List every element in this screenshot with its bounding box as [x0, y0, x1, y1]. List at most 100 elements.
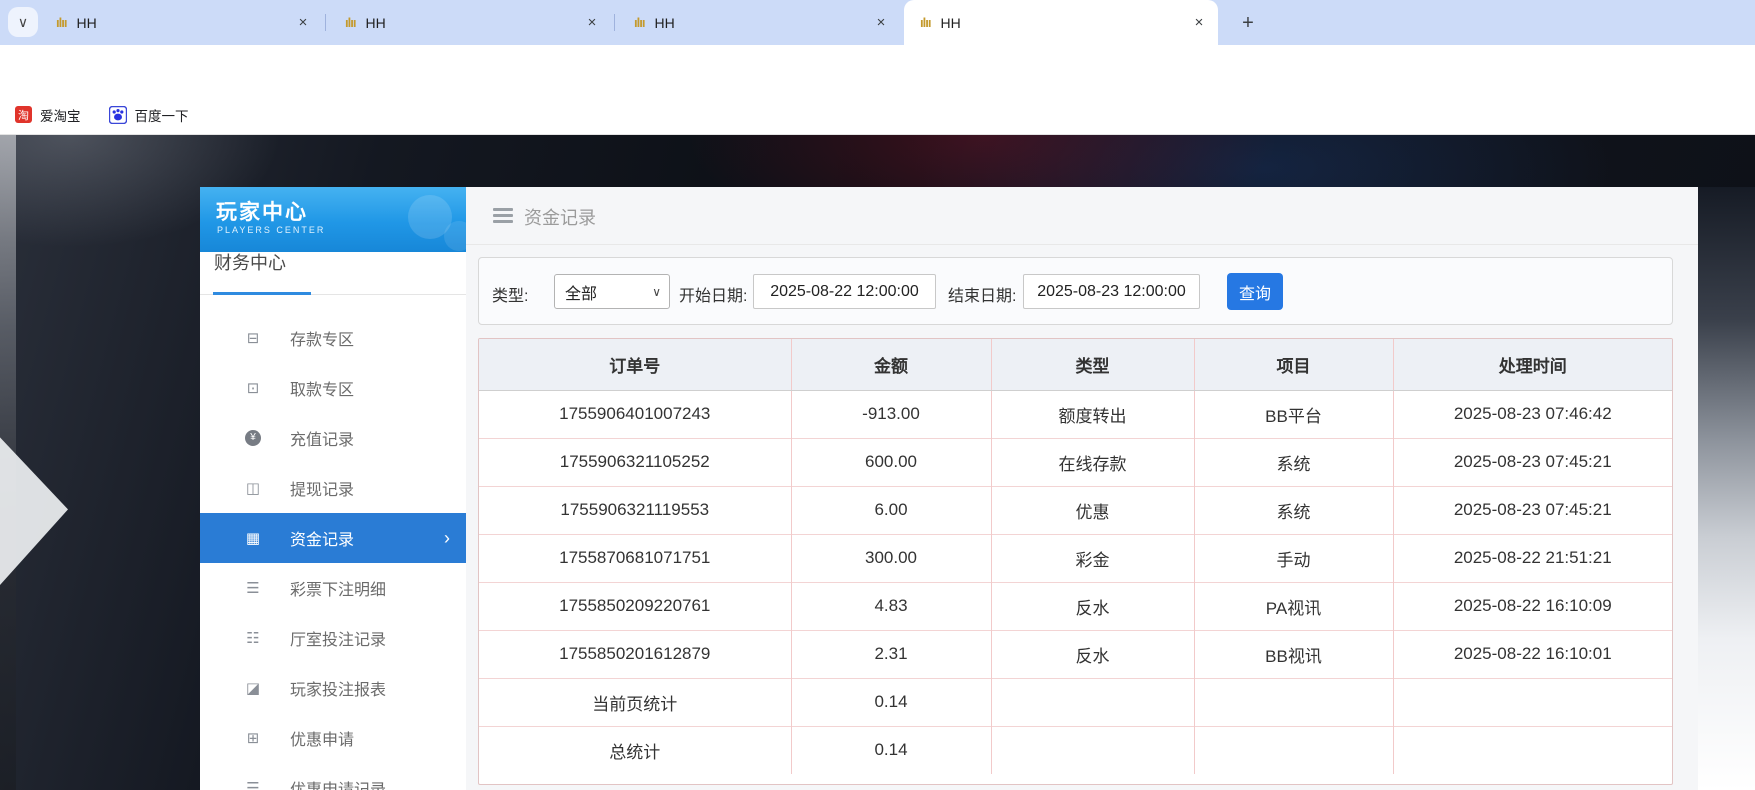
table-row: 1755906321105252 600.00 在线存款 系统 2025-08-…: [479, 438, 1672, 486]
start-date-input[interactable]: [753, 274, 936, 309]
site-favicon: ılıı: [920, 15, 930, 30]
end-date-input[interactable]: [1023, 274, 1200, 309]
tab-1[interactable]: ılıı HH ×: [40, 0, 322, 45]
sidebar-item-hall-bet-records[interactable]: ☷ 厅室投注记录: [200, 613, 466, 663]
sidebar-item-withdrawal-records[interactable]: ◫ 提现记录: [200, 463, 466, 513]
tab-3[interactable]: ılıı HH ×: [618, 0, 900, 45]
content-title-bar: 资金记录: [466, 187, 1698, 245]
table-row: 1755870681071751 300.00 彩金 手动 2025-08-22…: [479, 534, 1672, 582]
cell-item: 系统: [1194, 486, 1393, 534]
main-content: 资金记录 类型: 全部 ∨ 开始日期: 结束日期: 查询 订单号 金: [466, 187, 1698, 790]
table-row-grand-total: 总统计 0.14: [479, 726, 1672, 774]
bookmark-label: 百度一下: [135, 105, 189, 125]
section-divider-accent: [213, 292, 311, 295]
sidebar-menu: ⊟ 存款专区 ⊡ 取款专区 ¥ 充值记录 ◫ 提现记录 ▦ 资金记录 › ☰: [200, 313, 466, 790]
tab-close-icon[interactable]: ×: [294, 14, 312, 32]
type-label: 类型:: [492, 282, 528, 306]
cell-time: 2025-08-23 07:46:42: [1393, 390, 1672, 438]
tab-separator: [614, 14, 615, 31]
hamburger-icon[interactable]: [493, 208, 513, 224]
sidebar-item-recharge-records[interactable]: ¥ 充值记录: [200, 413, 466, 463]
cell-type: 额度转出: [991, 390, 1194, 438]
site-favicon: ılıı: [345, 15, 355, 30]
cell-label: 当前页统计: [479, 678, 791, 726]
cell-amount: 2.31: [791, 630, 991, 678]
wallet-icon: ◫: [243, 479, 263, 497]
col-header-amount: 金额: [791, 339, 991, 390]
page-title: 资金记录: [524, 204, 596, 230]
new-tab-button[interactable]: +: [1233, 8, 1263, 38]
site-favicon: ılıı: [56, 15, 66, 30]
site-favicon: ılıı: [634, 15, 644, 30]
cell-time: 2025-08-22 16:10:01: [1393, 630, 1672, 678]
start-date-label: 开始日期:: [679, 282, 747, 306]
end-date-label: 结束日期:: [948, 282, 1016, 306]
cell-order-id: 1755850209220761: [479, 582, 791, 630]
tab-close-icon[interactable]: ×: [872, 14, 890, 32]
table-row: 1755850201612879 2.31 反水 BB视讯 2025-08-22…: [479, 630, 1672, 678]
tab-4-active[interactable]: ılıı HH ×: [904, 0, 1218, 45]
section-title: 财务中心: [214, 249, 286, 275]
tab-search-button[interactable]: ∨: [8, 7, 38, 37]
type-select[interactable]: 全部 ∨: [554, 274, 670, 309]
query-button[interactable]: 查询: [1227, 273, 1283, 310]
money-bag-icon: ¥: [245, 430, 261, 446]
sidebar-item-withdraw-zone[interactable]: ⊡ 取款专区: [200, 363, 466, 413]
cell-amount: 0.14: [791, 726, 991, 774]
bookmark-baidu[interactable]: 百度一下: [109, 105, 189, 125]
sidebar-item-label: 彩票下注明细: [290, 576, 386, 600]
promo-icon: ⊞: [243, 729, 263, 747]
sidebar-item-label: 存款专区: [290, 326, 354, 350]
cell-type: 彩金: [991, 534, 1194, 582]
cell-type: 在线存款: [991, 438, 1194, 486]
table-row: 1755906401007243 -913.00 额度转出 BB平台 2025-…: [479, 390, 1672, 438]
list-icon: ☰: [243, 579, 263, 597]
tab-label: HH: [365, 15, 583, 31]
cell-amount: 300.00: [791, 534, 991, 582]
bookmark-taobao[interactable]: 淘 爱淘宝: [15, 105, 81, 125]
sidebar-item-deposit-zone[interactable]: ⊟ 存款专区: [200, 313, 466, 363]
col-header-order-id: 订单号: [479, 339, 791, 390]
chevron-down-icon: ∨: [18, 14, 28, 31]
tab-label: HH: [654, 15, 872, 31]
tab-label: HH: [940, 15, 1190, 31]
records-icon: ☷: [243, 629, 263, 647]
tab-close-icon[interactable]: ×: [583, 14, 601, 32]
sidebar-item-label: 提现记录: [290, 476, 354, 500]
cell-empty: [991, 726, 1194, 774]
background-right-fade: [1698, 187, 1755, 790]
tab-2[interactable]: ılıı HH ×: [329, 0, 611, 45]
cell-item: PA视讯: [1194, 582, 1393, 630]
withdraw-icon: ⊡: [243, 379, 263, 397]
deposit-icon: ⊟: [243, 329, 263, 347]
sidebar-item-label: 优惠申请记录: [290, 776, 386, 790]
sidebar-item-promo-apply-records[interactable]: ☰ 优惠申请记录: [200, 763, 466, 790]
banner-subtitle: PLAYERS CENTER: [217, 225, 325, 235]
sidebar-item-lottery-bet-detail[interactable]: ☰ 彩票下注明细: [200, 563, 466, 613]
sidebar-item-promo-apply[interactable]: ⊞ 优惠申请: [200, 713, 466, 763]
funds-table: 订单号 金额 类型 项目 处理时间 1755906401007243 -913.…: [478, 338, 1673, 785]
sidebar-item-label: 资金记录: [290, 526, 354, 550]
cell-item: BB视讯: [1194, 630, 1393, 678]
tab-strip: ∨ ılıı HH × ılıı HH × ılıı HH × ılıı HH …: [0, 0, 1755, 45]
sidebar-item-player-bet-report[interactable]: ◪ 玩家投注报表: [200, 663, 466, 713]
type-select-value: 全部: [565, 280, 597, 304]
table-header-row: 订单号 金额 类型 项目 处理时间: [479, 339, 1672, 390]
sidebar: 玩家中心 PLAYERS CENTER 财务中心 ⊟ 存款专区 ⊡ 取款专区 ¥…: [200, 187, 466, 790]
sidebar-item-funds-records[interactable]: ▦ 资金记录 ›: [200, 513, 466, 563]
cell-amount: 4.83: [791, 582, 991, 630]
col-header-type: 类型: [991, 339, 1194, 390]
sidebar-item-label: 厅室投注记录: [290, 626, 386, 650]
players-center-banner: 玩家中心 PLAYERS CENTER: [200, 187, 466, 252]
tab-close-icon[interactable]: ×: [1190, 14, 1208, 32]
cell-item: 系统: [1194, 438, 1393, 486]
cell-type: 反水: [991, 630, 1194, 678]
cell-order-id: 1755850201612879: [479, 630, 791, 678]
cell-type: 反水: [991, 582, 1194, 630]
cell-order-id: 1755906401007243: [479, 390, 791, 438]
table-row: 1755906321119553 6.00 优惠 系统 2025-08-23 0…: [479, 486, 1672, 534]
cell-amount: 6.00: [791, 486, 991, 534]
cell-order-id: 1755870681071751: [479, 534, 791, 582]
cell-order-id: 1755906321119553: [479, 486, 791, 534]
sidebar-item-label: 玩家投注报表: [290, 676, 386, 700]
